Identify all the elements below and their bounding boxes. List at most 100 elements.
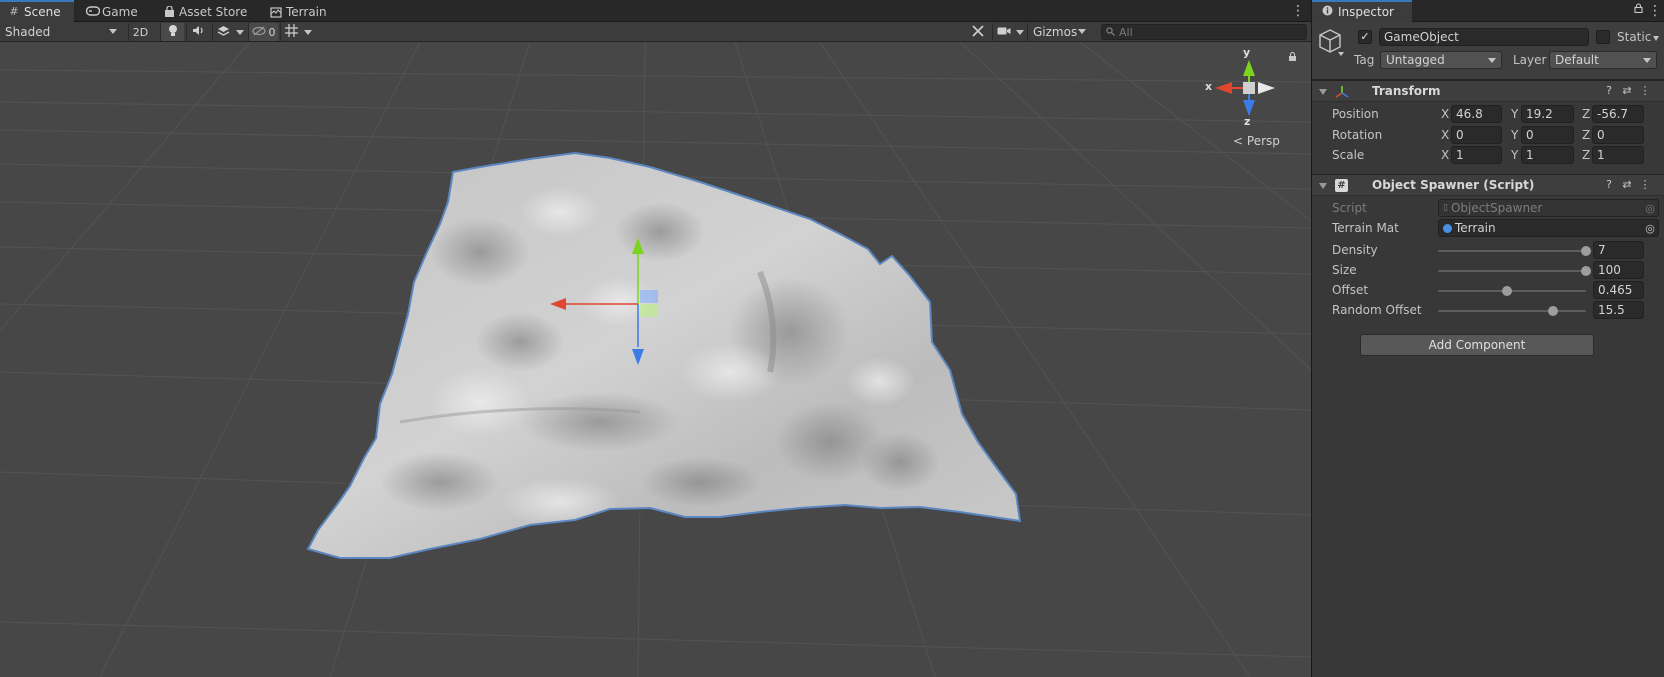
position-y-field[interactable]: 19.2 bbox=[1521, 105, 1574, 123]
tag-dropdown[interactable]: Untagged bbox=[1380, 51, 1502, 69]
static-checkbox[interactable] bbox=[1596, 30, 1610, 44]
size-slider-track[interactable] bbox=[1438, 270, 1586, 272]
scene-viewport[interactable]: y x z < Persp bbox=[0, 42, 1311, 677]
lock-icon[interactable] bbox=[1288, 51, 1297, 61]
camera-settings-button[interactable] bbox=[992, 23, 1014, 41]
lock-icon[interactable] bbox=[1632, 3, 1644, 19]
size-value: 100 bbox=[1598, 263, 1621, 277]
size-slider-handle[interactable] bbox=[1581, 266, 1591, 276]
gizmos-dropdown[interactable]: Gizmos bbox=[1027, 23, 1091, 41]
terrain-mat-label: Terrain Mat bbox=[1332, 221, 1399, 235]
inspector-menu-icon[interactable]: ⋮ bbox=[1648, 3, 1662, 19]
offset-slider-handle[interactable] bbox=[1501, 286, 1512, 296]
rotation-y-label: Y bbox=[1511, 128, 1519, 142]
foldout-arrow-icon[interactable] bbox=[1319, 89, 1327, 95]
active-checkbox[interactable]: ✓ bbox=[1358, 30, 1372, 44]
offset-slider-track[interactable] bbox=[1438, 290, 1586, 292]
chevron-down-icon bbox=[109, 29, 117, 34]
random-offset-value: 15.5 bbox=[1598, 303, 1625, 317]
cube-icon bbox=[1318, 28, 1346, 61]
grid-toggle-button[interactable] bbox=[280, 23, 302, 41]
orientation-gizmo[interactable] bbox=[1215, 60, 1275, 116]
scale-x-value: 1 bbox=[1456, 148, 1464, 162]
position-x-field[interactable]: 46.8 bbox=[1451, 105, 1502, 123]
gamepad-icon bbox=[85, 6, 101, 18]
static-label: Static bbox=[1617, 30, 1652, 44]
position-z-value: -56.7 bbox=[1597, 107, 1629, 121]
gizmo-z-label: z bbox=[1244, 115, 1251, 128]
terrain-icon bbox=[270, 6, 282, 18]
chevron-down-icon bbox=[1078, 29, 1086, 34]
offset-field[interactable]: 0.465 bbox=[1593, 281, 1644, 299]
camera-dropdown[interactable] bbox=[1014, 23, 1026, 41]
layer-label: Layer bbox=[1513, 53, 1547, 67]
chevron-down-icon[interactable] bbox=[1653, 36, 1659, 41]
object-spawner-header[interactable]: # Object Spawner (Script) ? ⇄ ⋮ bbox=[1312, 174, 1664, 196]
tab-inspector[interactable]: Inspector bbox=[1312, 0, 1412, 22]
component-menu-icon[interactable]: ⋮ bbox=[1639, 85, 1651, 97]
tag-label: Tag bbox=[1354, 53, 1375, 67]
terrain-mesh[interactable] bbox=[306, 151, 1022, 559]
preset-icon[interactable]: ⇄ bbox=[1621, 179, 1633, 191]
help-icon[interactable]: ? bbox=[1603, 179, 1615, 191]
size-label: Size bbox=[1332, 263, 1357, 277]
rotation-x-value: 0 bbox=[1456, 128, 1464, 142]
rotation-y-field[interactable]: 0 bbox=[1521, 126, 1574, 144]
help-icon[interactable]: ? bbox=[1603, 85, 1615, 97]
scale-z-label: Z bbox=[1582, 148, 1591, 162]
chevron-down-icon bbox=[1016, 29, 1024, 35]
random-offset-field[interactable]: 15.5 bbox=[1593, 301, 1644, 319]
add-component-button[interactable]: Add Component bbox=[1360, 334, 1594, 356]
rotation-y-value: 0 bbox=[1526, 128, 1534, 142]
shading-mode-dropdown[interactable]: Shaded bbox=[0, 23, 122, 41]
tab-terrain[interactable]: Terrain bbox=[262, 2, 335, 22]
tab-asset-store[interactable]: Asset Store bbox=[155, 2, 255, 22]
scene-search[interactable] bbox=[1101, 24, 1307, 40]
position-z-field[interactable]: -56.7 bbox=[1592, 105, 1644, 123]
position-x-label: X bbox=[1441, 107, 1450, 121]
projection-toggle[interactable]: < Persp bbox=[1233, 134, 1280, 148]
tab-terrain-label: Terrain bbox=[286, 5, 327, 19]
tab-scene[interactable]: # Scene bbox=[0, 0, 74, 22]
tab-game[interactable]: Game bbox=[78, 2, 146, 22]
component-menu-icon[interactable]: ⋮ bbox=[1639, 179, 1651, 191]
scale-z-field[interactable]: 1 bbox=[1592, 146, 1644, 164]
layer-dropdown[interactable]: Default bbox=[1549, 51, 1657, 69]
object-picker-icon[interactable]: ◎ bbox=[1644, 223, 1656, 235]
random-offset-slider-handle[interactable] bbox=[1547, 306, 1558, 316]
scale-x-field[interactable]: 1 bbox=[1451, 146, 1502, 164]
tab-game-label: Game bbox=[102, 5, 138, 19]
audio-toggle-button[interactable] bbox=[186, 23, 210, 41]
scene-menu-icon[interactable]: ⋮ bbox=[1291, 3, 1305, 19]
size-field[interactable]: 100 bbox=[1593, 261, 1644, 279]
rotation-x-field[interactable]: 0 bbox=[1451, 126, 1502, 144]
scale-y-field[interactable]: 1 bbox=[1521, 146, 1574, 164]
foldout-arrow-icon[interactable] bbox=[1319, 183, 1327, 189]
effects-dropdown[interactable] bbox=[234, 23, 246, 41]
rotation-label: Rotation bbox=[1332, 128, 1383, 142]
hidden-objects-toggle[interactable]: 0 bbox=[248, 23, 278, 41]
tools-button[interactable] bbox=[966, 23, 990, 41]
lighting-toggle-button[interactable] bbox=[160, 23, 184, 41]
unity-editor: # Scene Game Asset Store Terrain ⋮ Shade… bbox=[0, 0, 1664, 677]
inspector-tabbar: Inspector ⋮ bbox=[1312, 0, 1664, 22]
terrain-mat-field[interactable]: Terrain bbox=[1438, 219, 1659, 237]
effects-toggle-button[interactable] bbox=[212, 23, 234, 41]
material-icon bbox=[1443, 223, 1452, 233]
density-slider-track[interactable] bbox=[1438, 250, 1586, 252]
grid-dropdown[interactable] bbox=[302, 23, 314, 41]
object-name-field[interactable]: GameObject bbox=[1379, 28, 1589, 46]
scene-tabbar: # Scene Game Asset Store Terrain ⋮ bbox=[0, 0, 1311, 22]
rotation-z-field[interactable]: 0 bbox=[1592, 126, 1644, 144]
position-x-value: 46.8 bbox=[1456, 107, 1483, 121]
density-field[interactable]: 7 bbox=[1593, 241, 1644, 259]
scale-y-label: Y bbox=[1511, 148, 1519, 162]
preset-icon[interactable]: ⇄ bbox=[1621, 85, 1633, 97]
density-slider-handle[interactable] bbox=[1581, 246, 1591, 256]
search-input[interactable] bbox=[1119, 25, 1279, 39]
random-offset-slider-track[interactable] bbox=[1438, 310, 1586, 312]
scene-view-canvas bbox=[0, 42, 1311, 677]
transform-header[interactable]: Transform ? ⇄ ⋮ bbox=[1312, 80, 1664, 102]
2d-toggle-button[interactable]: 2D bbox=[128, 23, 152, 41]
add-component-label: Add Component bbox=[1428, 338, 1526, 352]
